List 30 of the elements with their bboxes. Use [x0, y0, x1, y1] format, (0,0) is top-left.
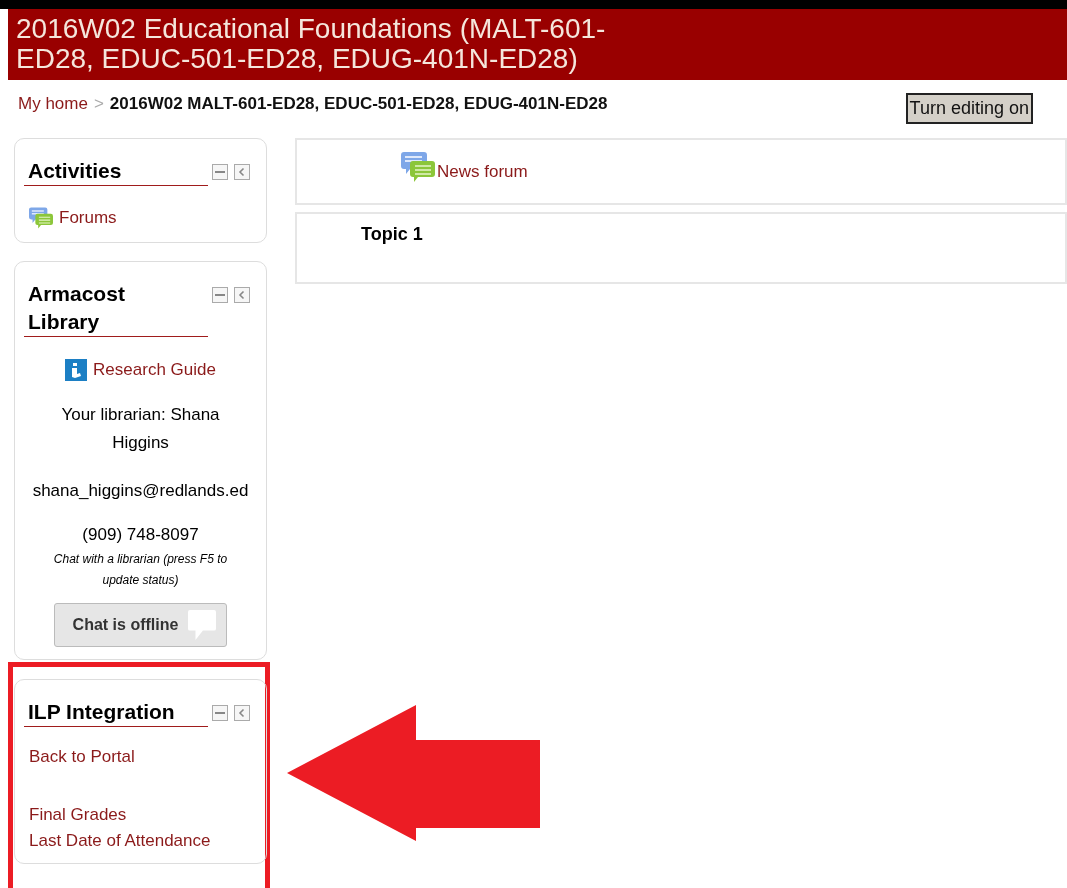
dock-icon — [234, 705, 250, 721]
info-text: Your librarian: Shana Higgins — [60, 404, 221, 454]
speech-bubble-icon — [188, 610, 217, 640]
guide-icon — [65, 359, 88, 381]
block-title: Activities — [24, 157, 208, 186]
course-title: 2016W02 Educational Foundations (MALT-601-ED28, EDUC-501-ED28, EDUG-401N-ED28) — [16, 14, 607, 74]
info-text: (909) 748-8097 — [81, 524, 200, 546]
breadcrumb-separator: > — [93, 94, 104, 114]
block-link[interactable]: Back to Portal — [29, 747, 135, 767]
chat-bubbles-icon — [29, 206, 53, 230]
section-title: Topic 1 — [361, 224, 424, 245]
chat-bubbles-icon — [401, 150, 435, 184]
breadcrumb-current: 2016W02 MALT-601-ED28, EDUC-501-ED28, EDUG-401N-ED28 — [109, 94, 608, 114]
activity-link[interactable]: News forum — [437, 162, 528, 184]
minimize-icon — [212, 705, 228, 721]
minimize-icon — [212, 164, 228, 180]
block-link[interactable]: Final Grades — [29, 805, 127, 825]
dock-icon — [234, 164, 250, 180]
block-title: ILP Integration — [24, 698, 208, 727]
turn-editing-on-button[interactable]: Turn editing on — [905, 93, 1033, 124]
chat-note: Chat with a librarian (press F5 to update status) — [52, 551, 229, 589]
block-title: Armacost Library — [24, 280, 208, 337]
block-link[interactable]: Research Guide — [93, 360, 216, 380]
breadcrumb-link[interactable]: My home — [18, 94, 88, 114]
block-link[interactable]: Forums — [59, 208, 117, 228]
info-text: shana_higgins@redlands.ed — [31, 480, 250, 502]
block-link[interactable]: Last Date of Attendance — [29, 831, 211, 851]
minimize-icon — [212, 287, 228, 303]
chat-status-button[interactable]: Chat is offline — [53, 603, 228, 647]
dock-icon — [234, 287, 250, 303]
